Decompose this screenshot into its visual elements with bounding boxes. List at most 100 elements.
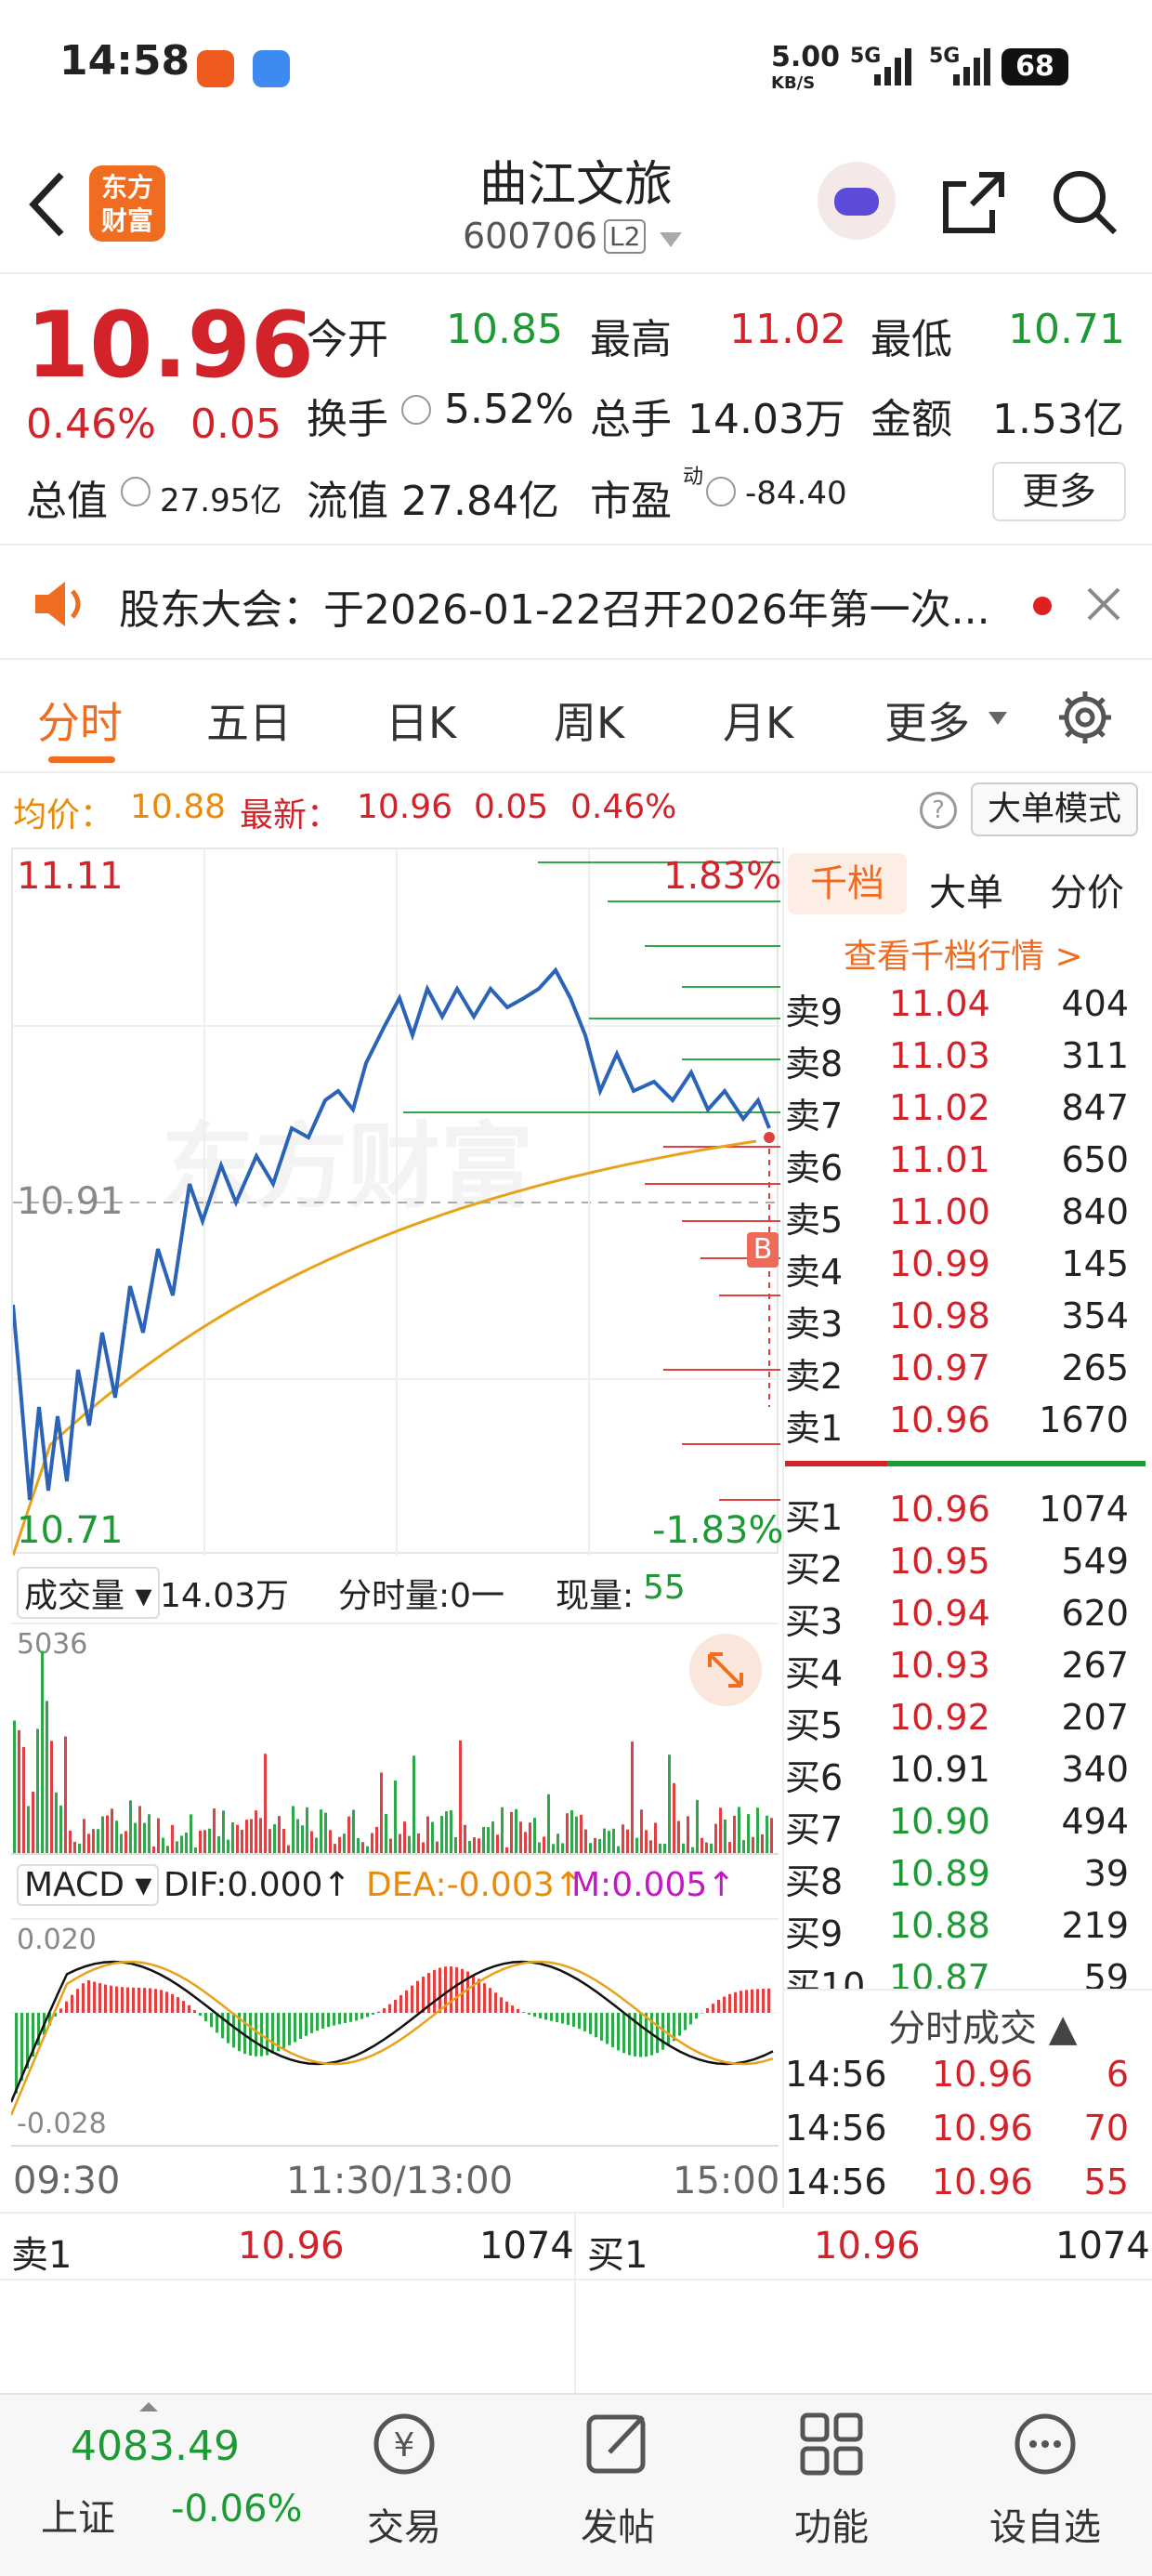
bids-level-volume: 207 — [1061, 1697, 1129, 1738]
asks-level-price: 10.96 — [889, 1400, 990, 1440]
stock-code: 600706 — [463, 216, 598, 256]
unread-dot — [1033, 597, 1052, 615]
buy-marker[interactable]: B — [747, 1232, 779, 1268]
bids-level-row[interactable]: 买5 10.92 207 — [785, 1697, 1147, 1749]
macd-bar — [20, 2013, 23, 2082]
macd-bar — [405, 1990, 408, 2013]
asks-level-row[interactable]: 卖4 10.99 145 — [785, 1243, 1147, 1295]
volume-now: 55 — [643, 1569, 686, 1607]
help-icon[interactable]: ? — [920, 792, 957, 829]
nav-post[interactable]: 发帖 — [548, 2395, 687, 2576]
macd-bar — [165, 1991, 168, 2013]
tab-thousand-levels[interactable]: 千档 — [788, 853, 907, 914]
bids-level-row[interactable]: 买6 10.91 340 — [785, 1749, 1147, 1801]
asks-level-row[interactable]: 卖1 10.96 1670 — [785, 1400, 1147, 1452]
bids-level-row[interactable]: 买9 10.88 219 — [785, 1905, 1147, 1957]
volume-bar — [36, 1728, 39, 1853]
share-icon[interactable] — [938, 167, 1009, 238]
macd-bar — [59, 2008, 62, 2013]
more-button[interactable]: 更多 — [992, 462, 1126, 521]
macd-bar — [606, 2013, 609, 2044]
nav-add-watchlist[interactable]: 设自选 — [975, 2395, 1115, 2576]
bids-level-row[interactable]: 买7 10.90 494 — [785, 1801, 1147, 1853]
tab-intraday[interactable]: 分时 — [37, 690, 123, 751]
volume-bar — [668, 1755, 671, 1853]
macd-bar — [204, 2013, 207, 2022]
float-label: 流值 — [307, 478, 388, 525]
tab-big-orders[interactable]: 大单 — [929, 862, 1003, 916]
asks-level-volume: 1670 — [1039, 1400, 1129, 1440]
asks-level-row[interactable]: 卖6 11.01 650 — [785, 1139, 1147, 1191]
macd-bar — [333, 2013, 335, 2026]
edit-icon — [586, 2414, 646, 2474]
tab-indicator — [48, 756, 115, 763]
chart-tabs: 分时 五日 日K 周K 月K 更多 — [0, 662, 1152, 773]
asks-level-row[interactable]: 卖5 11.00 840 — [785, 1191, 1147, 1243]
volume-bar — [510, 1811, 513, 1853]
view-levels-link[interactable]: 查看千档行情 > — [844, 929, 1083, 978]
macd-bar — [316, 2013, 319, 2031]
bids-level-row[interactable]: 买1 10.96 1074 — [785, 1489, 1147, 1541]
info-icon[interactable] — [706, 477, 736, 506]
pe-value: -84.40 — [745, 475, 847, 512]
volume-bar — [649, 1840, 652, 1853]
volume-bar — [677, 1820, 680, 1853]
search-icon[interactable] — [1050, 167, 1120, 238]
macd-bar — [288, 2013, 291, 2045]
nav-functions-label: 功能 — [794, 2506, 869, 2549]
big-order-mode-button[interactable]: 大单模式 — [971, 782, 1138, 836]
asks-level-volume: 847 — [1061, 1087, 1129, 1128]
asks-level-label: 卖8 — [785, 1044, 844, 1084]
level-badge[interactable]: L2 — [604, 219, 647, 254]
bids-level-row[interactable]: 买8 10.89 39 — [785, 1853, 1147, 1905]
asks-level-row[interactable]: 卖2 10.97 265 — [785, 1347, 1147, 1400]
asks-level-row[interactable]: 卖7 11.02 847 — [785, 1087, 1147, 1139]
volume-selector[interactable]: 成交量 ▾ — [17, 1567, 160, 1619]
macd-selector[interactable]: MACD ▾ — [17, 1864, 160, 1906]
info-icon[interactable] — [121, 477, 151, 506]
tab-price-dist[interactable]: 分价 — [1050, 862, 1124, 916]
gear-icon[interactable] — [1055, 688, 1115, 747]
amount-label: 金额 — [871, 396, 952, 443]
assistant-robot-icon[interactable] — [818, 162, 896, 240]
tab-weekly-k[interactable]: 周K — [554, 690, 624, 751]
tick-volume: 55 — [1083, 2162, 1129, 2202]
info-icon[interactable] — [401, 395, 431, 425]
asks-level-row[interactable]: 卖3 10.98 354 — [785, 1295, 1147, 1347]
tab-more[interactable]: 更多 — [884, 690, 970, 751]
chevron-down-icon[interactable] — [987, 710, 1009, 727]
time-mid: 11:30/13:00 — [286, 2160, 514, 2202]
macd-bar — [522, 2012, 525, 2013]
close-icon[interactable] — [1085, 585, 1122, 623]
macd-bar — [149, 1988, 151, 2013]
macd-panel: MACD ▾ DIF:0.000↑ DEA:-0.003↑ M:0.005↑ 0… — [11, 1859, 779, 2147]
volume-bar — [403, 1821, 406, 1853]
nav-trade[interactable]: ¥ 交易 — [334, 2395, 474, 2576]
intraday-chart[interactable]: 东方财富 11.11 1.83% 10.91 10.71 -1.83% B — [11, 848, 784, 1556]
bids-level-row[interactable]: 买2 10.95 549 — [785, 1541, 1147, 1593]
tab-monthly-k[interactable]: 月K — [723, 690, 793, 751]
back-icon[interactable] — [24, 167, 71, 242]
volume-bar — [101, 1816, 104, 1853]
volume-bar — [185, 1832, 188, 1853]
chevron-down-icon[interactable] — [658, 230, 684, 249]
volume-bar — [543, 1836, 545, 1853]
tab-daily-k[interactable]: 日K — [386, 690, 456, 751]
volume-bar — [27, 1806, 30, 1853]
bids-level-row[interactable]: 买3 10.94 620 — [785, 1593, 1147, 1645]
macd-bar — [439, 1967, 441, 2013]
bids-level-volume: 39 — [1083, 1853, 1129, 1894]
volume-bar — [580, 1814, 583, 1853]
tick-row: 14:56 10.96 70 — [785, 2108, 1147, 2160]
price-line — [13, 966, 771, 1501]
macd-bar — [751, 1989, 753, 2013]
index-ticker[interactable]: 4083.49 上证 -0.06% — [0, 2395, 303, 2576]
asks-level-row[interactable]: 卖9 11.04 404 — [785, 983, 1147, 1035]
asks-level-price: 11.04 — [889, 983, 990, 1024]
macd-bar — [600, 2013, 603, 2041]
tab-five-day[interactable]: 五日 — [206, 690, 292, 751]
notice-bar[interactable]: 股东大会：于2026-01-22召开2026年第一次... — [0, 548, 1152, 660]
nav-functions[interactable]: 功能 — [762, 2395, 901, 2576]
bids-level-row[interactable]: 买4 10.93 267 — [785, 1645, 1147, 1697]
asks-level-row[interactable]: 卖8 11.03 311 — [785, 1035, 1147, 1087]
